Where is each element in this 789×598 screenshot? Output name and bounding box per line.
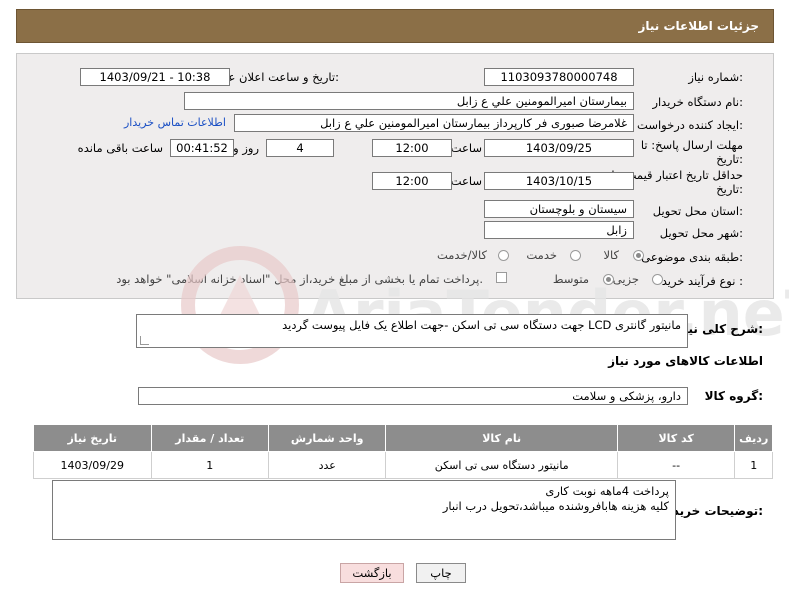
cell-unit: عدد <box>267 451 387 479</box>
category-service-label: خدمت <box>526 248 557 262</box>
col-row-number: ردیف <box>734 424 773 452</box>
creator-field: غلامرضا صبوری فر کارپرداز بیمارستان امیر… <box>234 114 634 132</box>
treasury-payment-note: پرداخت تمام یا بخشی از مبلغ خرید،از محل … <box>116 272 483 286</box>
category-service-radio[interactable] <box>570 250 581 261</box>
page-title-bar: جزئیات اطلاعات نیاز <box>16 9 774 43</box>
page-title: جزئیات اطلاعات نیاز <box>638 19 759 33</box>
buyer-notes-label: توضیحات خریدار: <box>661 504 763 518</box>
city-field: زابل <box>484 221 634 239</box>
table-header-row: ردیف کد کالا نام کالا واحد شمارش تعداد /… <box>33 424 773 452</box>
need-number-field: 1103093780000748 <box>484 68 634 86</box>
description-textarea: مانیتور گانتری LCD جهت دستگاه سی تی اسکن… <box>136 314 688 348</box>
category-label: طبقه بندی موضوعی: <box>641 250 743 264</box>
buyer-org-label: نام دستگاه خریدار: <box>652 95 743 109</box>
col-need-date: تاریخ نیاز <box>33 424 152 452</box>
category-both-label: کالا/خدمت <box>436 248 487 262</box>
col-item-code: کد کالا <box>616 424 736 452</box>
col-item-name: نام کالا <box>385 424 618 452</box>
buyer-notes-textarea: پرداخت 4ماهه نوبت کاری کلیه هزینه هابافر… <box>52 480 676 540</box>
deadline-label: مهلت ارسال پاسخ: تا <box>640 138 743 152</box>
remaining-label: ساعت باقی مانده <box>77 141 163 155</box>
validity-date-label: تاریخ: <box>716 182 743 196</box>
cell-item-code: -- <box>616 451 736 479</box>
buyer-notes-line-1: پرداخت 4ماهه نوبت کاری <box>545 484 669 498</box>
description-text: مانیتور گانتری LCD جهت دستگاه سی تی اسکن… <box>282 318 681 332</box>
cell-need-date: 1403/09/29 <box>33 451 152 479</box>
validity-date-field: 1403/10/15 <box>484 172 634 190</box>
deadline-time-field: 12:00 <box>372 139 452 157</box>
purchase-type-label: نوع فرآیند خرید : <box>661 274 743 288</box>
buyer-notes-line-2: کلیه هزینه هابافروشنده میباشد،تحویل درب … <box>442 499 669 513</box>
buyer-contact-link[interactable]: اطلاعات تماس خریدار <box>124 116 226 129</box>
purchase-medium-label: متوسط <box>552 272 589 286</box>
announce-datetime-field: 1403/09/21 - 10:38 <box>80 68 230 86</box>
cell-item-name: مانیتور دستگاه سی تی اسکن <box>385 451 618 479</box>
validity-time-label: ساعت <box>450 174 482 188</box>
deadline-date-label: تاریخ: <box>716 152 743 166</box>
validity-time-field: 12:00 <box>372 172 452 190</box>
deadline-time-label: ساعت <box>450 141 482 155</box>
need-number-label: شماره نیاز: <box>688 70 743 84</box>
buyer-org-field: بیمارستان امیرالمومنین علي ع زابل <box>184 92 634 110</box>
remaining-days-field: 4 <box>266 139 334 157</box>
goods-info-title: اطلاعات کالاهای مورد نیاز <box>608 354 763 368</box>
purchase-minor-radio[interactable] <box>652 274 663 285</box>
remaining-time-field: 00:41:52 <box>170 139 234 157</box>
treasury-payment-checkbox[interactable] <box>496 272 507 283</box>
province-label: استان محل تحویل: <box>652 204 743 218</box>
table-row: 1 -- مانیتور دستگاه سی تی اسکن عدد 1 140… <box>33 451 773 479</box>
category-goods-radio[interactable] <box>633 250 644 261</box>
goods-group-label: گروه کالا: <box>704 389 763 403</box>
province-field: سیستان و بلوچستان <box>484 200 634 218</box>
col-unit: واحد شمارش <box>267 424 387 452</box>
purchase-medium-radio[interactable] <box>603 274 614 285</box>
city-label: شهر محل تحویل: <box>659 226 743 240</box>
category-goods-label: کالا <box>603 248 619 262</box>
goods-table: ردیف کد کالا نام کالا واحد شمارش تعداد /… <box>33 424 773 479</box>
back-button[interactable]: بازگشت <box>340 563 404 583</box>
deadline-date-field: 1403/09/25 <box>484 139 634 157</box>
cell-quantity: 1 <box>150 451 269 479</box>
creator-label: ایجاد کننده درخواست: <box>637 118 743 132</box>
days-label: روز و <box>233 141 259 155</box>
purchase-minor-label: جزیی <box>612 272 639 286</box>
col-quantity: تعداد / مقدار <box>150 424 269 452</box>
goods-group-field: دارو، پزشکی و سلامت <box>138 387 688 405</box>
resize-grip-icon <box>140 336 149 345</box>
category-both-radio[interactable] <box>498 250 509 261</box>
description-label: شرح کلی نیاز: <box>677 322 763 336</box>
print-button[interactable]: چاپ <box>416 563 466 583</box>
cell-row-number: 1 <box>734 451 773 479</box>
